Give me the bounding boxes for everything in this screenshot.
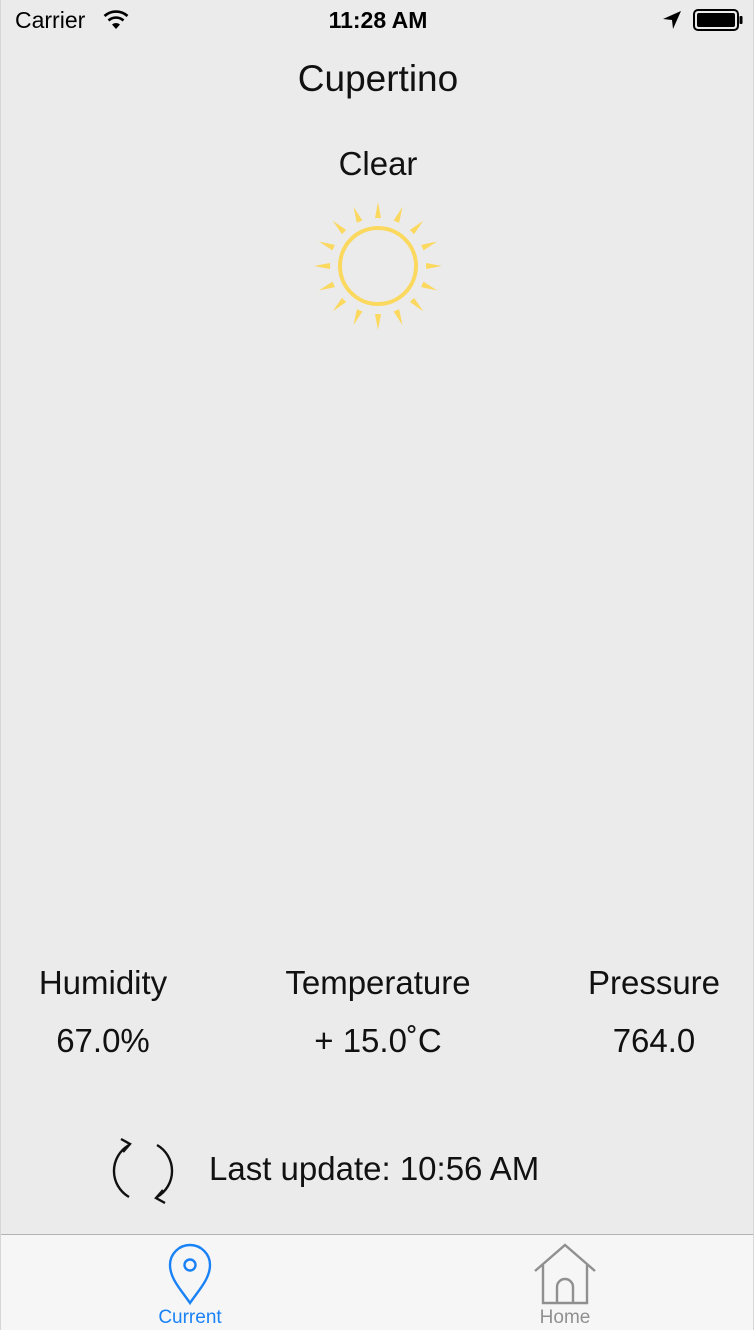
- sun-icon: [314, 202, 442, 330]
- tab-home[interactable]: Home: [465, 1235, 665, 1330]
- weather-screen: Carrier 11:28 AM Cupertino Clear Humidit…: [0, 0, 754, 1330]
- temperature-value: + 15.0˚C: [314, 1022, 442, 1059]
- status-time: 11:28 AM: [328, 7, 428, 33]
- refresh-icon[interactable]: [103, 1131, 183, 1211]
- location-pin-icon: [168, 1243, 212, 1305]
- tab-bar: Current Home: [1, 1234, 753, 1330]
- city-name: Cupertino: [297, 58, 459, 99]
- temperature-stat: Temperature + 15.0˚C: [258, 964, 498, 1060]
- pressure-stat: Pressure 764.0: [534, 964, 754, 1060]
- tab-current[interactable]: Current: [90, 1235, 290, 1330]
- humidity-label: Humidity: [38, 964, 168, 1001]
- tab-home-label: Home: [539, 1307, 591, 1328]
- last-update-label: Last update:: [209, 1150, 391, 1187]
- house-icon: [534, 1243, 596, 1305]
- location-arrow-icon: [663, 11, 681, 29]
- status-bar: Carrier 11:28 AM: [1, 0, 754, 40]
- pressure-value: 764.0: [612, 1022, 696, 1059]
- tab-current-label: Current: [158, 1307, 222, 1328]
- last-update-time: 10:56 AM: [399, 1150, 540, 1187]
- temperature-label: Temperature: [285, 964, 471, 1001]
- humidity-stat: Humidity 67.0%: [0, 964, 223, 1060]
- weather-condition: Clear: [338, 145, 418, 182]
- last-update-text: Last update: 10:56 AM: [209, 1150, 539, 1188]
- battery-icon: [693, 9, 743, 31]
- humidity-value: 67.0%: [56, 1022, 150, 1059]
- pressure-label: Pressure: [587, 964, 721, 1001]
